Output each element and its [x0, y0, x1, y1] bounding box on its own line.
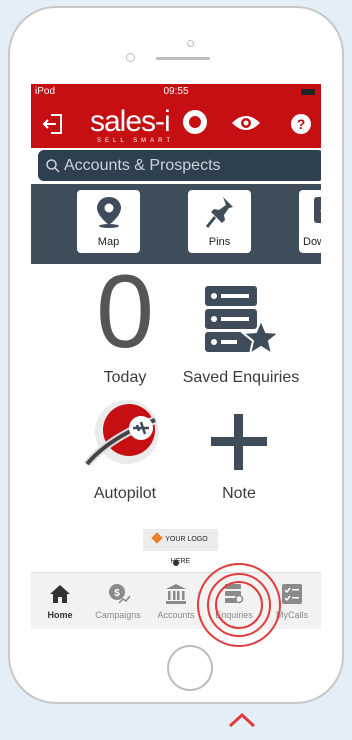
add-note-icon[interactable]: [209, 412, 269, 472]
tab-campaigns-label: Campaigns: [95, 610, 141, 620]
logo-placeholder-banner: YOUR LOGO HERE: [143, 529, 218, 565]
search-input[interactable]: Accounts & Prospects: [38, 150, 321, 181]
map-pin-icon: [97, 197, 121, 228]
saved-enquiries-icon[interactable]: [203, 284, 283, 360]
today-count[interactable]: 0: [85, 260, 165, 364]
push-pin-icon: [205, 197, 233, 228]
help-icon[interactable]: ?: [290, 113, 312, 135]
battery-icon: [301, 89, 315, 95]
tab-accounts-label: Accounts: [157, 610, 195, 620]
home-icon: [50, 585, 70, 603]
svg-text:?: ?: [297, 116, 306, 132]
app-header: sales-i SELL SMART ?: [31, 100, 321, 148]
tab-campaigns[interactable]: $ Campaigns: [89, 573, 147, 629]
autopilot-icon[interactable]: [83, 398, 167, 472]
tab-home[interactable]: Home: [31, 573, 89, 629]
brand-tagline: SELL SMART: [97, 138, 175, 144]
shortcut-map-label: Map: [97, 236, 120, 248]
saved-enquiries-label: Saved Enquiries: [182, 369, 300, 386]
status-time: 09:55: [163, 86, 189, 97]
shortcut-bar: Map Pins Down: [31, 184, 321, 264]
app-screen: iPod 09:55 sales-i SELL SMART ? Accounts…: [31, 84, 321, 629]
svg-text:$: $: [114, 588, 120, 599]
autopilot-label: Autopilot: [93, 485, 157, 502]
status-bar: iPod 09:55: [31, 84, 321, 100]
proximity-sensor: [126, 53, 135, 62]
chevron-up-icon[interactable]: [227, 712, 257, 728]
tab-home-label: Home: [47, 610, 73, 620]
eye-icon[interactable]: [231, 113, 261, 133]
front-camera: [187, 40, 194, 47]
logo-mark-icon: [151, 532, 163, 544]
shortcut-download-label: Down: [303, 236, 321, 248]
logout-icon[interactable]: [41, 112, 65, 136]
page-indicator: [173, 560, 179, 566]
download-icon: [314, 197, 321, 223]
logo-placeholder-text: YOUR LOGO HERE: [165, 536, 208, 565]
brand-logo-text: sales-i: [90, 105, 171, 138]
bank-icon: [166, 584, 186, 604]
shortcut-pins-label: Pins: [208, 236, 231, 248]
today-label: Today: [103, 369, 147, 386]
brand-logo-icon: [183, 110, 207, 134]
search-placeholder: Accounts & Prospects: [64, 157, 221, 174]
device-home-button[interactable]: [167, 645, 213, 691]
shortcut-pins[interactable]: Pins: [188, 190, 251, 253]
tap-highlight-inner: [215, 581, 263, 629]
earpiece-speaker: [156, 57, 210, 60]
search-icon: [46, 159, 60, 173]
campaigns-icon: $: [109, 584, 131, 604]
shortcut-map[interactable]: Map: [77, 190, 140, 253]
checklist-icon: [282, 584, 302, 604]
shortcut-download[interactable]: Down: [299, 190, 321, 253]
note-label: Note: [222, 485, 256, 502]
